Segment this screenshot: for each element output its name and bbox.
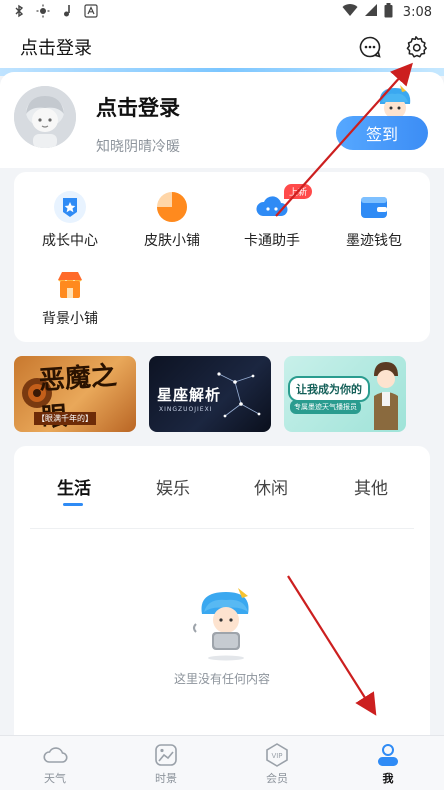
banner-caption: 专属墨迹天气播报员 [290, 400, 361, 414]
nav-label: 会员 [266, 772, 288, 785]
feature-background-shop[interactable]: 背景小铺 [20, 268, 120, 328]
wallet-icon [357, 190, 391, 224]
nav-me[interactable]: 我 [358, 742, 418, 786]
nav-label: 天气 [44, 772, 66, 785]
banner-title: 星座解析 [157, 386, 222, 404]
tab-entertainment[interactable]: 娱乐 [156, 474, 190, 499]
banner-weather-host[interactable]: 让我成为你的 专属墨迹天气播报员 [284, 356, 406, 432]
settings-icon[interactable] [404, 35, 428, 59]
vip-icon: VIP [264, 742, 290, 768]
new-badge: 上新 [284, 184, 313, 199]
status-time: 3:08 [402, 4, 432, 20]
profile-name[interactable]: 点击登录 [96, 92, 180, 122]
person-icon [375, 742, 401, 768]
status-left [12, 3, 98, 21]
top-header: 点击登录 [0, 24, 444, 70]
header-actions [358, 35, 428, 59]
banner-title: 让我成为你的 [288, 376, 370, 402]
shop-icon [53, 268, 87, 302]
banner-constellation[interactable]: 星座解析 XINGZUOJIEXI [149, 356, 271, 432]
signal-icon [364, 3, 378, 21]
picture-icon [153, 742, 179, 768]
empty-state-mascot-icon [188, 584, 266, 662]
tab-leisure[interactable]: 休闲 [254, 474, 288, 499]
tab-life[interactable]: 生活 [57, 474, 91, 499]
banner-caption: 【眼满千年的】 [34, 412, 96, 425]
pie-icon [155, 190, 189, 224]
banner-row: 恶魔之眼 【眼满千年的】 星座解析 XINGZUOJIEXI 让我成为你的 专属… [14, 356, 430, 434]
banner-demon-eye[interactable]: 恶魔之眼 【眼满千年的】 [14, 356, 136, 432]
profile-subtitle: 知晓阴晴冷暖 [96, 139, 180, 155]
tab-other[interactable]: 其他 [354, 474, 388, 499]
music-icon [60, 4, 74, 21]
banner-caption: XINGZUOJIEXI [159, 406, 213, 413]
category-card: 生活 娱乐 休闲 其他 这里没有任何内容 [14, 446, 430, 738]
nav-label: 时景 [155, 772, 177, 785]
tab-underline [63, 503, 83, 506]
brightness-icon [36, 4, 50, 21]
empty-state-text: 这里没有任何内容 [173, 672, 270, 686]
feature-label: 卡通助手 [244, 233, 300, 249]
avatar[interactable] [14, 86, 76, 148]
feature-label: 成长中心 [42, 233, 98, 249]
cloud-icon [42, 742, 68, 768]
svg-text:VIP: VIP [271, 752, 282, 760]
nav-weather[interactable]: 天气 [25, 742, 85, 786]
feature-skin-shop[interactable]: 皮肤小铺 [122, 190, 222, 250]
medal-icon [53, 190, 87, 224]
tab-bar: 生活 娱乐 休闲 其他 [14, 474, 430, 504]
feature-label: 皮肤小铺 [144, 233, 200, 249]
header-title[interactable]: 点击登录 [20, 34, 92, 60]
status-right: 3:08 [342, 2, 432, 22]
status-bar: 3:08 [0, 0, 444, 24]
message-icon[interactable] [358, 35, 382, 59]
features-card: 成长中心 皮肤小铺 上新 卡通助手 墨迹钱包 背景小铺 [14, 172, 430, 342]
nav-vip[interactable]: VIP 会员 [247, 742, 307, 786]
wifi-icon [342, 3, 358, 21]
feature-growth-center[interactable]: 成长中心 [20, 190, 120, 250]
signin-button[interactable]: 签到 [336, 116, 428, 150]
feature-label: 墨迹钱包 [346, 233, 402, 249]
battery-icon [384, 2, 393, 22]
nav-label: 我 [382, 772, 394, 785]
text-icon [84, 3, 98, 21]
tabs-divider [30, 528, 414, 529]
bottom-nav: 天气 时景 VIP 会员 我 [0, 735, 444, 790]
feature-label: 背景小铺 [42, 311, 98, 327]
feature-wallet[interactable]: 墨迹钱包 [324, 190, 424, 250]
feature-cartoon-assistant[interactable]: 上新 卡通助手 [222, 184, 322, 250]
nav-scenery[interactable]: 时景 [136, 742, 196, 786]
bluetooth-icon [12, 4, 26, 21]
